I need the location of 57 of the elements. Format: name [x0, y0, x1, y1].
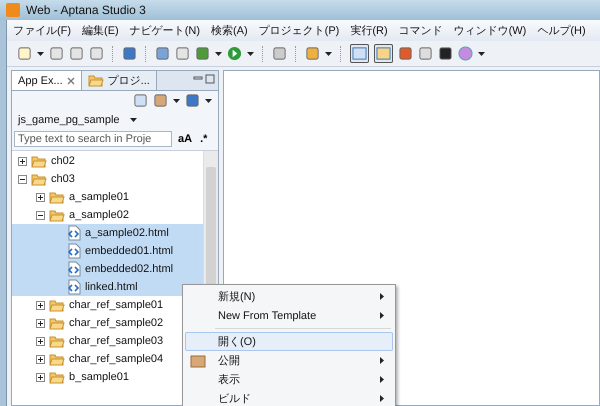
maximize-icon[interactable] — [205, 74, 215, 84]
expand-icon[interactable] — [36, 300, 45, 310]
context-menu-item[interactable]: 開く(O) — [185, 332, 393, 351]
tree-item[interactable]: embedded02.html — [12, 260, 203, 278]
collapse-icon[interactable] — [18, 174, 27, 184]
html-file-icon — [67, 225, 81, 241]
tree-item[interactable]: linked.html — [12, 278, 203, 296]
tree-item[interactable]: ch03 — [12, 170, 203, 188]
tree-item[interactable]: a_sample01 — [12, 188, 203, 206]
collapse-icon[interactable] — [36, 210, 45, 220]
html-file-icon — [67, 261, 81, 277]
view-toggle-button[interactable] — [350, 44, 369, 63]
view-tab[interactable]: App Ex... — [12, 71, 82, 90]
dropdown-caret-icon[interactable] — [325, 52, 332, 56]
html-file-icon — [67, 279, 81, 295]
menu-item[interactable]: ヘルプ(H) — [537, 23, 586, 38]
expand-icon[interactable] — [36, 318, 45, 328]
html-file-icon — [67, 243, 81, 259]
menu-item[interactable]: 実行(R) — [350, 23, 388, 38]
view-tab[interactable]: プロジ... — [82, 71, 157, 90]
dropdown-caret-icon[interactable] — [247, 52, 254, 56]
submenu-arrow-icon — [380, 293, 384, 300]
tree-item[interactable]: ch02 — [12, 152, 203, 170]
regex-button[interactable]: .* — [198, 133, 210, 145]
dropdown-caret-icon[interactable] — [37, 52, 44, 56]
expand-icon[interactable] — [18, 156, 27, 166]
tree-item[interactable]: embedded01.html — [12, 242, 203, 260]
submenu-arrow-icon — [380, 376, 384, 383]
dropdown-caret-icon[interactable] — [478, 52, 485, 56]
expand-icon[interactable] — [36, 354, 45, 364]
submenu-arrow-icon — [380, 357, 384, 364]
window-title: Web - Aptana Studio 3 — [26, 3, 146, 17]
expand-icon[interactable] — [36, 336, 45, 346]
menu-item[interactable]: 編集(E) — [82, 23, 119, 38]
menu-item[interactable]: ナビゲート(N) — [130, 23, 200, 38]
case-sensitive-button[interactable]: aA — [176, 133, 194, 145]
dropdown-caret-icon[interactable] — [130, 118, 137, 122]
dropdown-caret-icon[interactable] — [173, 98, 180, 102]
view-toggle-button[interactable] — [374, 44, 393, 63]
app-icon — [6, 3, 20, 17]
expand-icon[interactable] — [36, 192, 45, 202]
menu-item[interactable]: コマンド — [398, 23, 443, 38]
context-menu-item[interactable]: ビルド — [185, 389, 393, 406]
menu-item[interactable]: ウィンドウ(W) — [454, 23, 526, 38]
menu-item[interactable]: プロジェクト(P) — [258, 23, 340, 38]
menu-item[interactable]: ファイル(F) — [13, 23, 72, 38]
tree-item[interactable]: a_sample02.html — [12, 224, 203, 242]
submenu-arrow-icon — [380, 395, 384, 402]
tree-item[interactable]: a_sample02 — [12, 206, 203, 224]
play-icon[interactable] — [227, 46, 242, 61]
dropdown-caret-icon[interactable] — [215, 52, 222, 56]
search-field[interactable]: Type text to search in Proje — [14, 131, 172, 147]
submenu-arrow-icon — [380, 312, 384, 319]
menu-item[interactable]: 検索(A) — [211, 23, 248, 38]
dropdown-caret-icon[interactable] — [205, 98, 212, 102]
close-icon[interactable] — [66, 76, 75, 84]
expand-icon[interactable] — [36, 372, 45, 382]
